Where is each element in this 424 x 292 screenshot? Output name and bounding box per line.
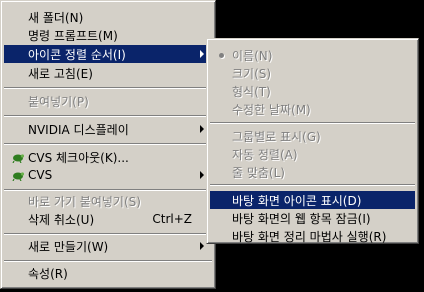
menu-item-label: NVIDIA 디스플레이 xyxy=(28,122,129,137)
submenu-item-show-desktop-icons[interactable]: 바탕 화면 아이콘 표시(D) xyxy=(210,191,415,209)
menu-item-undo-delete[interactable]: 삭제 취소(U) Ctrl+Z xyxy=(4,210,212,228)
menu-item-label: 이름(N) xyxy=(232,48,273,63)
menu-item-shortcut: Ctrl+Z xyxy=(152,212,192,226)
menu-item-label: 바탕 화면의 웹 항목 잠금(I) xyxy=(232,211,371,226)
menu-item-cvs-checkout[interactable]: CVS 체크아웃(K)... xyxy=(4,148,212,166)
menu-item-paste[interactable]: 붙여넣기(P) xyxy=(4,92,212,110)
menu-item-label: CVS xyxy=(28,168,53,182)
menu-item-label: 새로 고침(E) xyxy=(28,66,93,81)
menu-item-label: 새 폴더(N) xyxy=(28,10,84,25)
menu-separator xyxy=(210,122,415,124)
submenu-item-auto-arrange[interactable]: 자동 정렬(A) xyxy=(210,145,415,163)
arrange-icons-submenu: 이름(N) 크기(S) 형식(T) 수정한 날짜(M) 그룹별로 표시(G) 자… xyxy=(206,38,419,244)
submenu-item-size[interactable]: 크기(S) xyxy=(210,64,415,82)
menu-separator xyxy=(4,87,212,89)
menu-item-label: 형식(T) xyxy=(232,84,271,99)
desktop-context-menu: 새 폴더(N) 명령 프롬프트(M) 아이콘 정렬 순서(I) 새로 고침(E)… xyxy=(0,0,216,289)
menu-separator xyxy=(4,143,212,145)
menu-item-new-folder[interactable]: 새 폴더(N) xyxy=(4,8,212,26)
menu-item-command-prompt[interactable]: 명령 프롬프트(M) xyxy=(4,26,212,44)
submenu-arrow-icon xyxy=(200,125,204,133)
menu-item-refresh[interactable]: 새로 고침(E) xyxy=(4,64,212,82)
menu-item-label: 속성(R) xyxy=(28,266,68,281)
submenu-item-name[interactable]: 이름(N) xyxy=(210,46,415,64)
menu-item-nvidia-display[interactable]: NVIDIA 디스플레이 xyxy=(4,120,212,138)
submenu-arrow-icon xyxy=(200,242,204,250)
menu-item-cvs[interactable]: CVS xyxy=(4,166,212,184)
menu-separator xyxy=(4,233,212,235)
menu-item-label: 삭제 취소(U) xyxy=(28,212,95,227)
menu-separator xyxy=(4,115,212,117)
menu-item-label: 붙여넣기(P) xyxy=(28,94,89,109)
menu-item-new[interactable]: 새로 만들기(W) xyxy=(4,237,212,255)
menu-item-label: 명령 프롬프트(M) xyxy=(28,28,118,43)
submenu-item-show-in-groups[interactable]: 그룹별로 표시(G) xyxy=(210,127,415,145)
menu-item-label: 자동 정렬(A) xyxy=(232,147,298,162)
menu-separator xyxy=(210,184,415,186)
menu-item-label: 아이콘 정렬 순서(I) xyxy=(28,47,126,62)
menu-item-label: 그룹별로 표시(G) xyxy=(232,129,321,144)
tortoise-cvs-icon xyxy=(12,172,24,181)
menu-item-label: 수정한 날짜(M) xyxy=(232,102,311,117)
submenu-item-cleanup-wizard[interactable]: 바탕 화면 정리 마법사 실행(R) xyxy=(210,227,415,245)
submenu-item-lock-web-items[interactable]: 바탕 화면의 웹 항목 잠금(I) xyxy=(210,209,415,227)
menu-item-label: 바로 가기 붙여넣기(S) xyxy=(28,194,141,209)
radio-bullet-icon xyxy=(219,53,224,58)
tortoise-cvs-icon xyxy=(12,154,24,163)
submenu-item-align-to-grid[interactable]: 줄 맞춤(L) xyxy=(210,163,415,181)
menu-item-paste-shortcut[interactable]: 바로 가기 붙여넣기(S) xyxy=(4,192,212,210)
menu-item-arrange-icons[interactable]: 아이콘 정렬 순서(I) xyxy=(4,45,212,63)
menu-item-label: 줄 맞춤(L) xyxy=(232,165,285,180)
menu-item-label: 바탕 화면 정리 마법사 실행(R) xyxy=(232,229,387,244)
menu-item-label: 바탕 화면 아이콘 표시(D) xyxy=(232,193,362,208)
menu-item-label: CVS 체크아웃(K)... xyxy=(28,150,129,165)
submenu-arrow-icon xyxy=(200,171,204,179)
submenu-item-type[interactable]: 형식(T) xyxy=(210,82,415,100)
menu-separator xyxy=(4,260,212,262)
menu-separator xyxy=(4,189,212,191)
menu-item-label: 크기(S) xyxy=(232,66,272,81)
menu-item-properties[interactable]: 속성(R) xyxy=(4,264,212,282)
submenu-arrow-icon xyxy=(200,50,204,58)
menu-item-label: 새로 만들기(W) xyxy=(28,239,109,254)
submenu-item-modified[interactable]: 수정한 날짜(M) xyxy=(210,100,415,118)
